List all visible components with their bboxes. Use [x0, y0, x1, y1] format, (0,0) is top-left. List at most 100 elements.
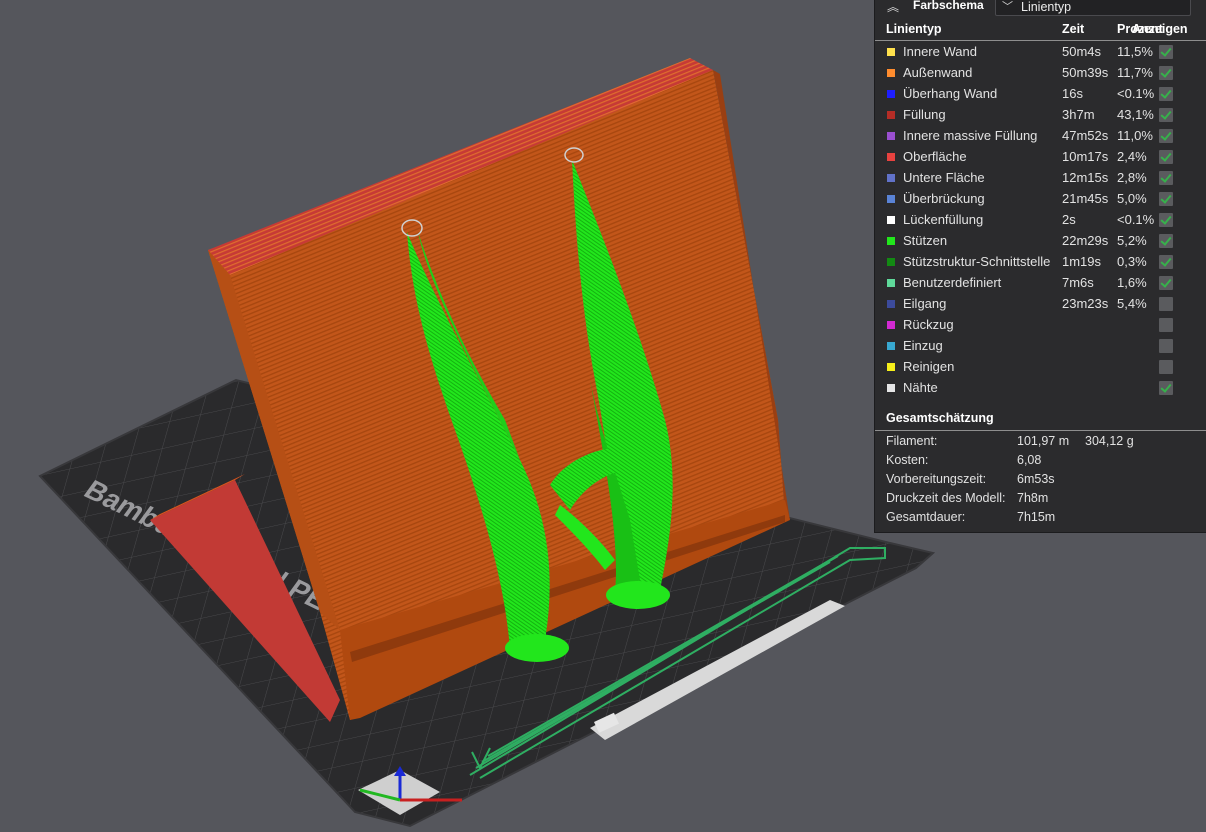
line-type-time: 7m6s: [1062, 275, 1094, 290]
summary-value: 7h15m: [1017, 510, 1056, 524]
legend-row: Stützstruktur-Schnittstelle 1m19s 0,3%: [875, 252, 1206, 273]
line-type-name: Rückzug: [903, 317, 954, 332]
collapse-chevron-icon[interactable]: ︽: [887, 0, 899, 15]
legend-row: Lückenfüllung 2s <0.1%: [875, 210, 1206, 231]
show-checkbox[interactable]: [1159, 213, 1173, 227]
legend-rows: Innere Wand 50m4s 11,5% Außenwand 50m39s 11,7…: [875, 42, 1206, 399]
line-type-percent: 1,6%: [1117, 275, 1147, 290]
line-type-name: Einzug: [903, 338, 943, 353]
color-swatch: [887, 279, 895, 287]
line-type-percent: 11,7%: [1117, 65, 1153, 80]
line-type-name: Benutzerdefiniert: [903, 275, 1002, 290]
summary-table: Filament: 101,97 m 304,12 g Kosten: 6,08 Vorb…: [875, 433, 1206, 528]
legend-row: Reinigen: [875, 357, 1206, 378]
color-swatch: [887, 384, 895, 392]
line-type-name: Nähte: [903, 380, 938, 395]
show-checkbox[interactable]: [1159, 255, 1173, 269]
show-checkbox[interactable]: [1159, 45, 1173, 59]
line-type-time: 50m39s: [1062, 65, 1109, 80]
line-type-name: Außenwand: [903, 65, 973, 80]
color-swatch: [887, 216, 895, 224]
line-type-percent: 11,0%: [1117, 128, 1153, 143]
line-type-time: 23m23s: [1062, 296, 1109, 311]
summary-value: 6,08: [1017, 453, 1042, 467]
summary-value-secondary: 304,12 g: [1085, 434, 1134, 448]
legend-row: Untere Fläche 12m15s 2,8%: [875, 168, 1206, 189]
show-checkbox[interactable]: [1159, 171, 1173, 185]
line-type-time: 22m29s: [1062, 233, 1109, 248]
show-checkbox[interactable]: [1159, 150, 1173, 164]
summary-value: 6m53s: [1017, 472, 1055, 486]
legend-row: Außenwand 50m39s 11,7%: [875, 63, 1206, 84]
color-swatch: [887, 363, 895, 371]
col-header-show: Anzeigen: [1132, 22, 1188, 36]
legend-row: Nähte: [875, 378, 1206, 399]
legend-row: Rückzug: [875, 315, 1206, 336]
line-type-name: Oberfläche: [903, 149, 967, 164]
show-checkbox[interactable]: [1159, 381, 1173, 395]
line-type-percent: 5,2%: [1117, 233, 1147, 248]
color-swatch: [887, 90, 895, 98]
line-type-time: 12m15s: [1062, 170, 1109, 185]
header-divider: [875, 40, 1206, 41]
legend-row: Überbrückung 21m45s 5,0%: [875, 189, 1206, 210]
show-checkbox[interactable]: [1159, 339, 1173, 353]
color-swatch: [887, 321, 895, 329]
line-type-name: Lückenfüllung: [903, 212, 984, 227]
color-swatch: [887, 174, 895, 182]
summary-key: Gesamtdauer:: [886, 510, 966, 524]
show-checkbox[interactable]: [1159, 234, 1173, 248]
show-checkbox[interactable]: [1159, 87, 1173, 101]
legend-row: Überhang Wand 16s <0.1%: [875, 84, 1206, 105]
line-type-name: Reinigen: [903, 359, 955, 374]
line-type-time: 1m19s: [1062, 254, 1102, 269]
color-swatch: [887, 132, 895, 140]
show-checkbox[interactable]: [1159, 318, 1173, 332]
line-type-time: 50m4s: [1062, 44, 1102, 59]
line-type-time: 10m17s: [1062, 149, 1109, 164]
summary-row: Kosten: 6,08: [875, 452, 1206, 471]
legend-row: Einzug: [875, 336, 1206, 357]
line-type-name: Füllung: [903, 107, 946, 122]
line-type-time: 47m52s: [1062, 128, 1109, 143]
legend-row: Füllung 3h7m 43,1%: [875, 105, 1206, 126]
summary-row: Gesamtdauer: 7h15m: [875, 509, 1206, 528]
show-checkbox[interactable]: [1159, 129, 1173, 143]
legend-row: Oberfläche 10m17s 2,4%: [875, 147, 1206, 168]
line-type-name: Eilgang: [903, 296, 947, 311]
line-type-percent: 11,5%: [1117, 44, 1153, 59]
line-type-percent: 43,1%: [1117, 107, 1154, 122]
summary-title: Gesamtschätzung: [886, 411, 994, 425]
summary-key: Filament:: [886, 434, 938, 448]
summary-divider: [875, 430, 1206, 431]
show-checkbox[interactable]: [1159, 276, 1173, 290]
show-checkbox[interactable]: [1159, 192, 1173, 206]
color-scheme-label: Farbschema: [913, 0, 984, 12]
summary-key: Kosten:: [886, 453, 929, 467]
line-type-time: 21m45s: [1062, 191, 1109, 206]
color-scheme-dropdown[interactable]: ﹀ Linientyp: [995, 0, 1191, 16]
line-type-time: 2s: [1062, 212, 1076, 227]
line-type-name: Stützen: [903, 233, 948, 248]
col-header-time: Zeit: [1062, 22, 1085, 36]
line-type-name: Untere Fläche: [903, 170, 985, 185]
color-swatch: [887, 48, 895, 56]
color-swatch: [887, 258, 895, 266]
legend-table-header: Linientyp Zeit Prozent Anzeigen: [875, 22, 1206, 40]
line-type-name: Innere massive Füllung: [903, 128, 1038, 143]
show-checkbox[interactable]: [1159, 360, 1173, 374]
show-checkbox[interactable]: [1159, 108, 1173, 122]
line-type-name: Überbrückung: [903, 191, 985, 206]
line-type-name: Überhang Wand: [903, 86, 998, 101]
line-type-time: 16s: [1062, 86, 1083, 101]
legend-row: Benutzerdefiniert 7m6s 1,6%: [875, 273, 1206, 294]
show-checkbox[interactable]: [1159, 66, 1173, 80]
color-swatch: [887, 300, 895, 308]
color-scheme-header: ︽ Farbschema ﹀ Linientyp: [875, 0, 1206, 18]
color-swatch: [887, 342, 895, 350]
color-scheme-value: Linientyp: [1021, 0, 1072, 14]
show-checkbox[interactable]: [1159, 297, 1173, 311]
summary-key: Vorbereitungszeit:: [886, 472, 987, 486]
line-type-percent: <0.1%: [1117, 212, 1155, 227]
line-type-percent: 0,3%: [1117, 254, 1147, 269]
